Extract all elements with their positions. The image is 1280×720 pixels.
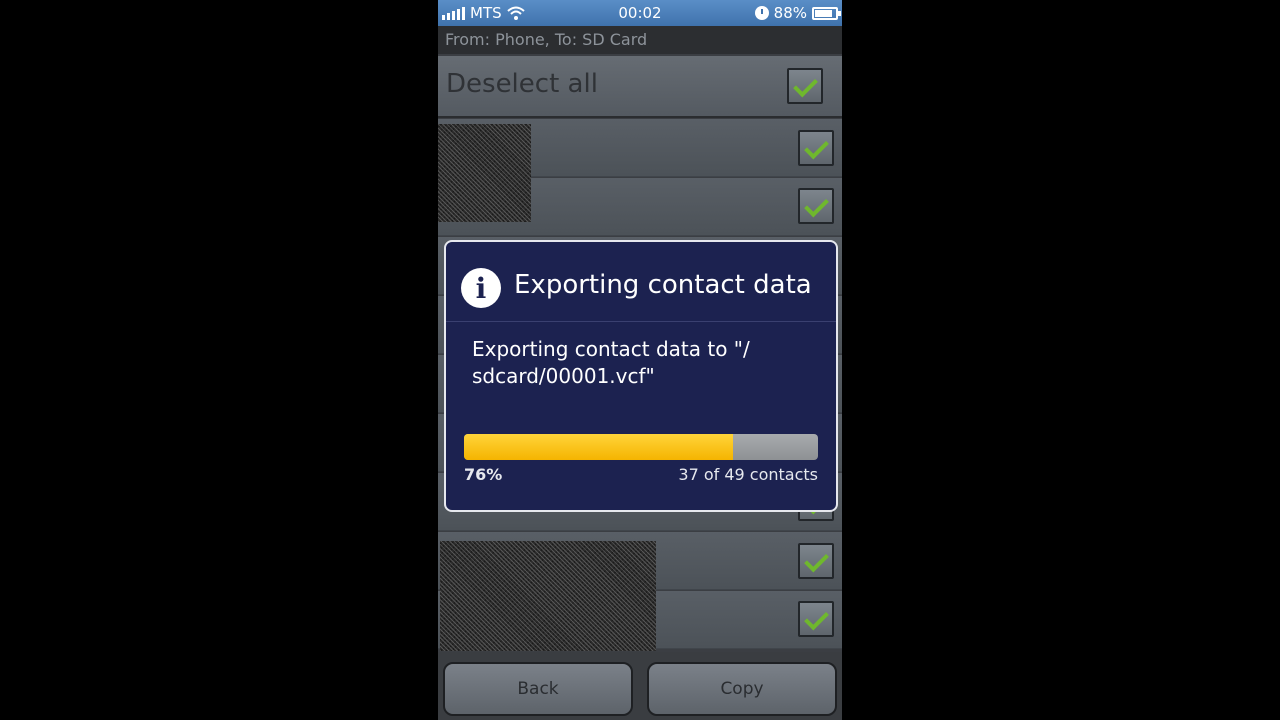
deselect-all-label: Deselect all bbox=[446, 69, 598, 99]
export-progress-fill bbox=[464, 434, 734, 460]
contact-checkbox[interactable] bbox=[798, 543, 834, 579]
info-icon: i bbox=[461, 268, 501, 308]
phone-screen: MTS 00:02 88% From: Phone, To: SD Card D… bbox=[438, 0, 842, 720]
redacted-contact-names bbox=[438, 124, 531, 222]
progress-percent: 76% bbox=[464, 465, 503, 484]
status-bar: MTS 00:02 88% bbox=[438, 0, 842, 26]
copy-button[interactable]: Copy bbox=[647, 662, 837, 716]
back-button[interactable]: Back bbox=[443, 662, 633, 716]
contact-checkbox[interactable] bbox=[798, 188, 834, 224]
redacted-contact-names bbox=[440, 541, 656, 651]
contact-checkbox[interactable] bbox=[798, 601, 834, 637]
battery-icon bbox=[812, 6, 841, 20]
deselect-all-row[interactable]: Deselect all bbox=[438, 56, 842, 118]
progress-count: 37 of 49 contacts bbox=[678, 465, 818, 484]
dialog-header: i Exporting contact data bbox=[446, 242, 836, 322]
dialog-title: Exporting contact data bbox=[514, 270, 812, 300]
transfer-route: From: Phone, To: SD Card bbox=[438, 26, 842, 54]
deselect-all-checkbox[interactable] bbox=[787, 68, 823, 104]
export-progress-dialog: i Exporting contact data Exporting conta… bbox=[444, 240, 838, 512]
battery-percent: 88% bbox=[773, 4, 807, 22]
dialog-message: Exporting contact data to "/ sdcard/0000… bbox=[472, 337, 750, 388]
contact-checkbox[interactable] bbox=[798, 130, 834, 166]
bottom-action-bar: Back Copy bbox=[438, 652, 842, 720]
alarm-icon bbox=[754, 6, 769, 20]
export-progress-bar bbox=[464, 434, 818, 460]
